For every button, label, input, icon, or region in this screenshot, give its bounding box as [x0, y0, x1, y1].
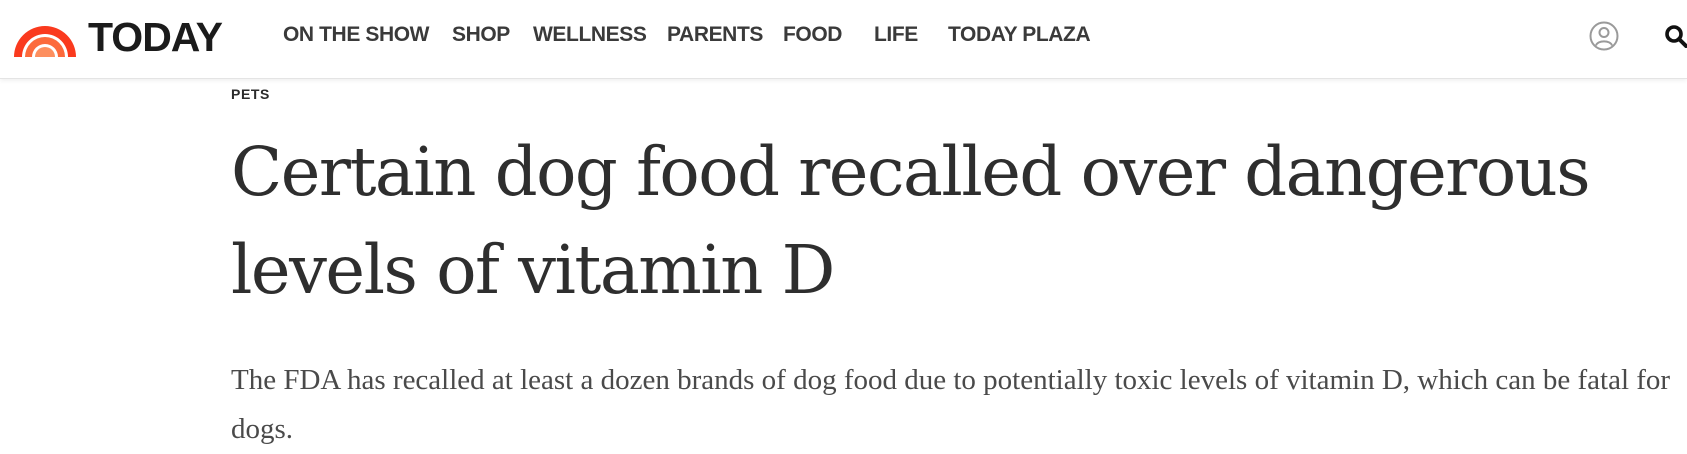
- search-icon[interactable]: [1664, 24, 1687, 48]
- site-header: TODAY ON THE SHOW SHOP WELLNESS PARENTS …: [0, 0, 1687, 79]
- user-account-icon[interactable]: [1589, 21, 1619, 51]
- nav-food[interactable]: FOOD: [783, 20, 842, 50]
- today-logo[interactable]: TODAY: [12, 14, 223, 60]
- article-dek: The FDA has recalled at least a dozen br…: [231, 364, 1671, 445]
- nav-life[interactable]: LIFE: [874, 20, 918, 50]
- today-sunrise-icon: [14, 26, 76, 57]
- nav-wellness[interactable]: WELLNESS: [533, 20, 647, 50]
- nav-parents[interactable]: PARENTS: [667, 20, 763, 50]
- article-headline: Certain dog food recalled over dangerous…: [231, 133, 1591, 309]
- nav-shop[interactable]: SHOP: [452, 20, 510, 50]
- article-category-label[interactable]: PETS: [231, 84, 270, 104]
- logo-wordmark: TODAY: [88, 14, 223, 60]
- nav-on-the-show[interactable]: ON THE SHOW: [283, 20, 430, 50]
- nav-today-plaza[interactable]: TODAY PLAZA: [948, 20, 1091, 50]
